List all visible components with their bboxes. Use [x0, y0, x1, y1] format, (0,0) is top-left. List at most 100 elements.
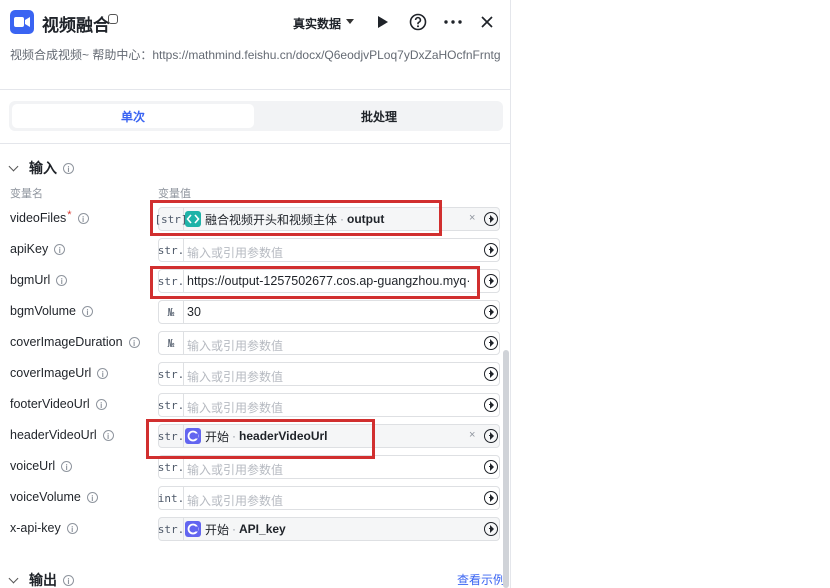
- info-icon[interactable]: i: [77, 212, 89, 224]
- param-value-field[interactable]: № 30: [158, 300, 500, 324]
- info-icon[interactable]: i: [66, 522, 78, 534]
- info-icon[interactable]: i: [61, 460, 73, 472]
- reference-variable-icon[interactable]: [484, 367, 498, 381]
- reference-chip[interactable]: 融合视频开头和视频主体 · output: [185, 210, 384, 228]
- start-node-icon: [185, 521, 201, 537]
- param-placeholder[interactable]: 输入或引用参数值: [187, 244, 469, 261]
- param-name: coverImageDuration i: [10, 335, 140, 349]
- type-tag[interactable]: str.: [158, 394, 184, 416]
- param-name-label: voiceUrl: [10, 459, 56, 473]
- param-placeholder[interactable]: 输入或引用参数值: [187, 337, 469, 354]
- tab-batch[interactable]: 批处理: [258, 104, 500, 128]
- param-value-field[interactable]: str. 输入或引用参数值: [158, 455, 500, 479]
- reference-variable-icon[interactable]: [484, 305, 498, 319]
- panel-border: [510, 0, 511, 588]
- type-tag[interactable]: [str]: [154, 208, 188, 230]
- param-name: videoFiles * i: [10, 209, 89, 225]
- tab-single[interactable]: 单次: [12, 104, 254, 128]
- info-icon[interactable]: i: [54, 243, 66, 255]
- close-icon[interactable]: [476, 11, 498, 33]
- view-example-link[interactable]: 查看示例: [457, 571, 505, 588]
- info-icon[interactable]: i: [63, 162, 74, 174]
- clear-icon[interactable]: ×: [469, 212, 475, 224]
- type-tag[interactable]: str.: [158, 270, 184, 292]
- param-name-label: bgmVolume: [10, 304, 77, 318]
- data-mode-select[interactable]: 真实数据: [293, 15, 341, 32]
- type-tag[interactable]: №: [159, 301, 184, 323]
- param-placeholder[interactable]: 输入或引用参数值: [187, 399, 469, 416]
- help-icon[interactable]: [407, 11, 429, 33]
- info-icon[interactable]: i: [128, 336, 140, 348]
- param-value-field[interactable]: str. 输入或引用参数值: [158, 393, 500, 417]
- param-name: headerVideoUrl i: [10, 428, 114, 442]
- reference-variable-icon[interactable]: [484, 212, 498, 226]
- reference-variable-icon[interactable]: [484, 336, 498, 350]
- clear-icon[interactable]: ×: [469, 429, 475, 441]
- param-value[interactable]: https://output-1257502677.cos.ap-guangzh…: [187, 274, 469, 288]
- info-icon[interactable]: i: [86, 491, 98, 503]
- input-section-title: 输入: [29, 160, 57, 176]
- type-tag[interactable]: int.: [158, 487, 184, 509]
- reference-variable-icon[interactable]: [484, 243, 498, 257]
- param-name: coverImageUrl i: [10, 366, 109, 380]
- type-tag[interactable]: №: [159, 332, 184, 354]
- param-row: coverImageUrl i str. 输入或引用参数值: [0, 359, 510, 390]
- reference-variable-icon[interactable]: [484, 429, 498, 443]
- type-tag[interactable]: str.: [158, 518, 184, 540]
- play-icon[interactable]: [372, 11, 394, 33]
- param-value-field[interactable]: str. 输入或引用参数值: [158, 238, 500, 262]
- reference-variable-icon[interactable]: [484, 522, 498, 536]
- info-icon[interactable]: i: [97, 367, 109, 379]
- chevron-down-icon[interactable]: [346, 19, 354, 24]
- ref-separator: ·: [340, 212, 345, 226]
- param-placeholder[interactable]: 输入或引用参数值: [187, 368, 469, 385]
- type-tag[interactable]: str.: [158, 456, 184, 478]
- param-value-field[interactable]: str. 开始 · headerVideoUrl ×: [158, 424, 500, 448]
- reference-variable-icon[interactable]: [484, 274, 498, 288]
- reference-variable-icon[interactable]: [484, 460, 498, 474]
- param-value-field[interactable]: str. 开始 · API_key: [158, 517, 500, 541]
- panel-scrollbar[interactable]: [503, 350, 509, 588]
- param-value-field[interactable]: № 输入或引用参数值: [158, 331, 500, 355]
- chevron-down-icon[interactable]: [8, 161, 19, 171]
- start-node-icon: [185, 428, 201, 444]
- param-value[interactable]: 30: [187, 305, 469, 319]
- param-name: voiceVolume i: [10, 490, 98, 504]
- reference-variable-icon[interactable]: [484, 491, 498, 505]
- param-placeholder[interactable]: 输入或引用参数值: [187, 461, 469, 478]
- output-section-header[interactable]: 输出 i: [8, 570, 74, 588]
- info-icon[interactable]: i: [56, 274, 68, 286]
- ref-var-name: API_key: [239, 522, 286, 536]
- param-placeholder[interactable]: 输入或引用参数值: [187, 492, 469, 509]
- more-icon[interactable]: [442, 11, 464, 33]
- param-row: headerVideoUrl i str. 开始 · headerVideoUrl ×: [0, 421, 510, 452]
- badge-icon[interactable]: [108, 14, 118, 24]
- param-name-label: bgmUrl: [10, 273, 51, 287]
- ref-var-name: output: [347, 212, 385, 226]
- node-title[interactable]: 视频融合: [42, 11, 110, 36]
- type-tag[interactable]: str.: [158, 425, 184, 447]
- param-name-label: headerVideoUrl: [10, 428, 97, 442]
- type-tag[interactable]: str.: [158, 363, 184, 385]
- param-name-label: voiceVolume: [10, 490, 81, 504]
- reference-variable-icon[interactable]: [484, 398, 498, 412]
- run-mode-tabs: 单次 批处理: [9, 101, 503, 131]
- param-value-field[interactable]: str. https://output-1257502677.cos.ap-gua…: [158, 269, 500, 293]
- info-icon[interactable]: i: [102, 429, 114, 441]
- ref-node-name: 开始: [205, 522, 230, 537]
- reference-chip[interactable]: 开始 · headerVideoUrl: [185, 427, 328, 445]
- param-value-field[interactable]: [str] 融合视频开头和视频主体 · output ×: [154, 207, 500, 231]
- chevron-down-icon[interactable]: [8, 573, 19, 583]
- param-value-field[interactable]: str. 输入或引用参数值: [158, 362, 500, 386]
- param-name: footerVideoUrl i: [10, 397, 107, 411]
- reference-chip[interactable]: 开始 · API_key: [185, 520, 286, 538]
- input-section-header[interactable]: 输入 i: [8, 158, 74, 178]
- info-icon[interactable]: i: [63, 574, 74, 586]
- param-value-field[interactable]: int. 输入或引用参数值: [158, 486, 500, 510]
- type-tag[interactable]: str.: [158, 239, 184, 261]
- param-name: bgmUrl i: [10, 273, 68, 287]
- param-name-label: videoFiles: [10, 211, 67, 225]
- info-icon[interactable]: i: [82, 305, 94, 317]
- info-icon[interactable]: i: [95, 398, 107, 410]
- param-row: coverImageDuration i № 输入或引用参数值: [0, 328, 510, 359]
